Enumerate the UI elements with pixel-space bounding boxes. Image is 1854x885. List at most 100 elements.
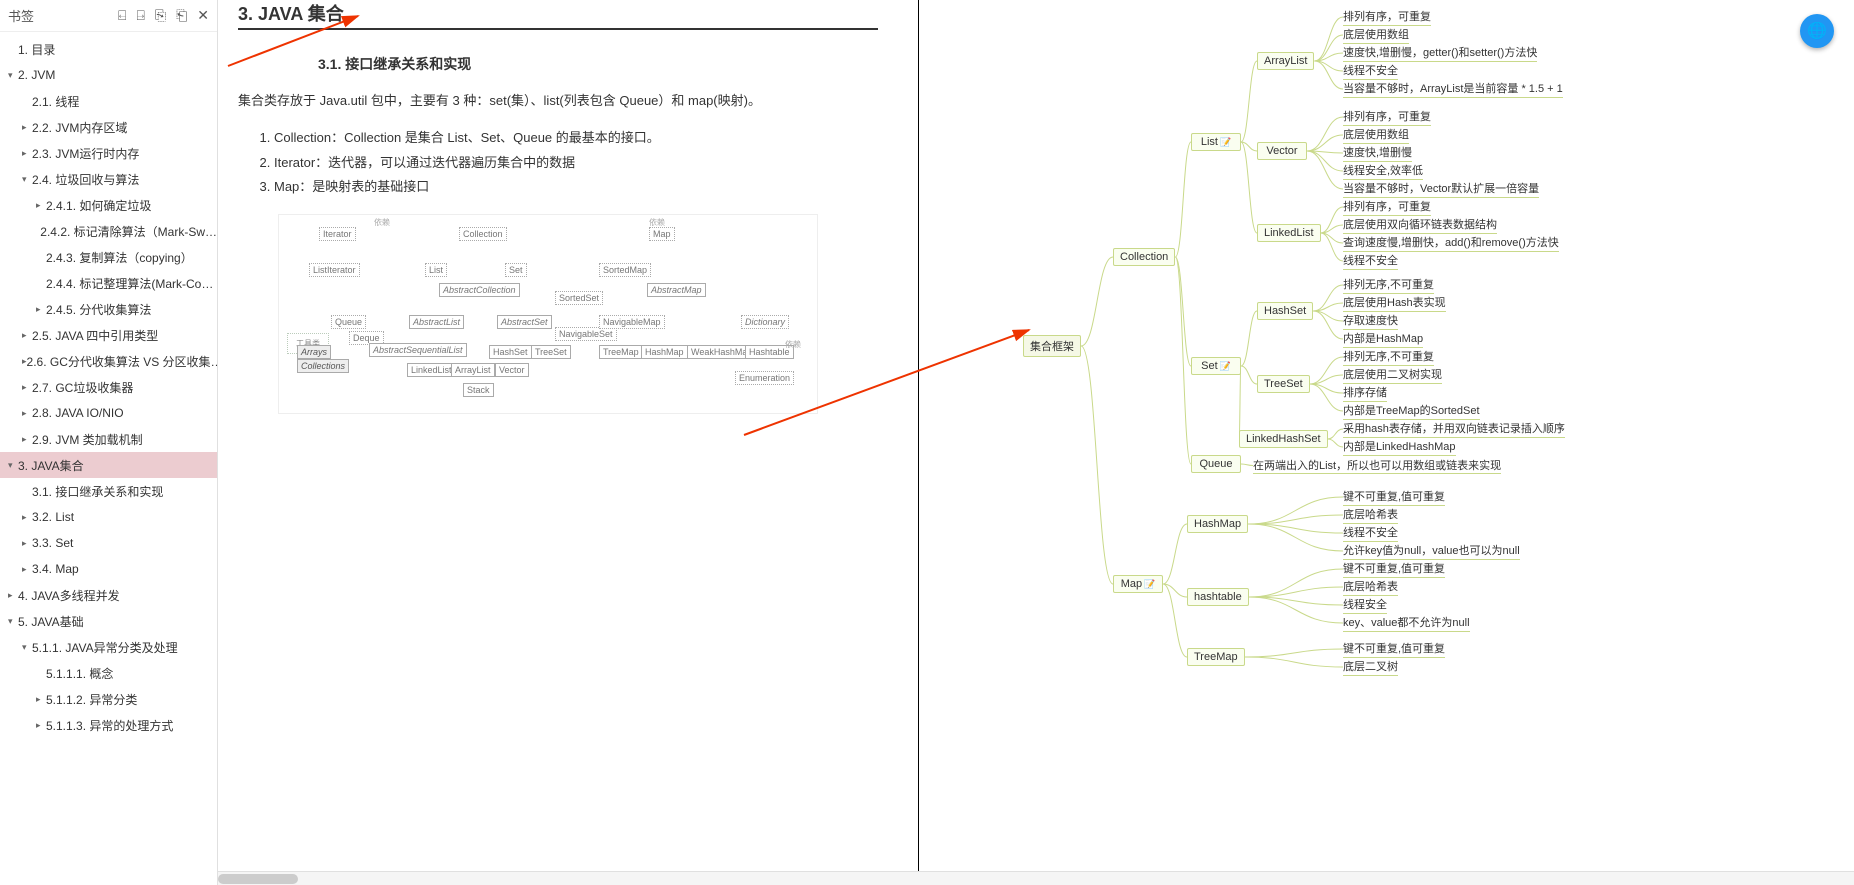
bookmark-item[interactable]: ▾2. JVM <box>0 62 217 88</box>
bookmark-item[interactable]: ▸5.1.1.3. 异常的处理方式 <box>0 712 217 738</box>
mm-hashmap[interactable]: HashMap <box>1187 515 1248 533</box>
sidebar-title: 书签 <box>8 6 34 25</box>
list-item: Collection：Collection 是集合 List、Set、Queue… <box>274 126 878 151</box>
mm-queue[interactable]: Queue <box>1191 455 1241 473</box>
mm-leaf-text: 排列无序,不可重复 <box>1343 348 1434 366</box>
mm-leaf-text: 内部是TreeMap的SortedSet <box>1343 402 1480 420</box>
node-abstractmap: AbstractMap <box>647 283 706 297</box>
close-icon[interactable]: ✕ <box>197 7 209 24</box>
mm-leaf-text: 底层使用数组 <box>1343 126 1409 144</box>
bookmark-label: 2.4.2. 标记清除算法（Mark-Sw… <box>40 223 217 240</box>
mm-hashtable[interactable]: hashtable <box>1187 588 1249 606</box>
list-item: Iterator：迭代器，可以通过迭代器遍历集合中的数据 <box>274 151 878 176</box>
mm-set[interactable]: Set📝 <box>1191 357 1241 375</box>
tree-arrow-icon: ▸ <box>22 148 32 159</box>
bookmark-item[interactable]: ▸3.2. List <box>0 504 217 530</box>
bookmark-label: 3.2. List <box>32 510 74 524</box>
bookmark-label: 2.1. 线程 <box>32 93 79 110</box>
mm-root[interactable]: 集合框架 <box>1023 335 1081 357</box>
bookmark-item[interactable]: ▸2.3. JVM运行时内存 <box>0 140 217 166</box>
bookmark-item[interactable]: ▾3. JAVA集合 <box>0 452 217 478</box>
bookmark-label: 5.1.1.2. 异常分类 <box>46 691 137 708</box>
bookmark-item[interactable]: ▸2.5. JAVA 四中引用类型 <box>0 322 217 348</box>
bookmark-item[interactable]: ▸3.4. Map <box>0 556 217 582</box>
mm-leaf-text: 速度快,增删慢 <box>1343 144 1412 162</box>
mm-linkedlist[interactable]: LinkedList <box>1257 224 1321 242</box>
bookmark-item[interactable]: ▸4. JAVA多线程并发 <box>0 582 217 608</box>
node-sortedset: SortedSet <box>555 291 603 305</box>
node-enumeration: Enumeration <box>735 371 794 385</box>
bookmark-item[interactable]: 2.1. 线程 <box>0 88 217 114</box>
bookmark-label: 2.4.5. 分代收集算法 <box>46 301 151 318</box>
bookmark-label: 2.4. 垃圾回收与算法 <box>32 171 139 188</box>
bookmark-icon[interactable]: ⎘ <box>155 7 166 24</box>
mm-leaf-text: 排列有序，可重复 <box>1343 198 1431 216</box>
bookmark-item[interactable]: ▸3.3. Set <box>0 530 217 556</box>
bookmark-item[interactable]: ▾5.1.1. JAVA异常分类及处理 <box>0 634 217 660</box>
bookmark-item[interactable]: ▸2.2. JVM内存区域 <box>0 114 217 140</box>
node-abstractlist: AbstractList <box>409 315 464 329</box>
mm-leaf-text: 底层哈希表 <box>1343 506 1398 524</box>
node-treemap: TreeMap <box>599 345 643 359</box>
bookmark-item[interactable]: 2.4.2. 标记清除算法（Mark-Sw… <box>0 218 217 244</box>
node-hashset: HashSet <box>489 345 532 359</box>
mm-leaf-text: 线程不安全 <box>1343 62 1398 80</box>
bookmark-label: 5.1.1. JAVA异常分类及处理 <box>32 639 178 656</box>
note-icon: 📝 <box>1220 137 1231 147</box>
bookmark-label: 2. JVM <box>18 68 55 82</box>
bookmark-alt-icon[interactable]: ⎗ <box>176 7 187 24</box>
mm-leaf-text: 线程安全,效率低 <box>1343 162 1423 180</box>
mm-hashset[interactable]: HashSet <box>1257 302 1313 320</box>
bookmark-tree[interactable]: 1. 目录▾2. JVM2.1. 线程▸2.2. JVM内存区域▸2.3. JV… <box>0 32 217 885</box>
note-icon: 📝 <box>1220 361 1231 371</box>
bookmark-label: 3.4. Map <box>32 562 79 576</box>
mm-leaf-text: 底层使用双向循环链表数据结构 <box>1343 216 1497 234</box>
mm-arraylist[interactable]: ArrayList <box>1257 52 1314 70</box>
tree-arrow-icon: ▸ <box>22 434 32 445</box>
mm-list[interactable]: List📝 <box>1191 133 1241 151</box>
bookmark-item[interactable]: ▸5.1.1.2. 异常分类 <box>0 686 217 712</box>
bookmark-item[interactable]: ▾5. JAVA基础 <box>0 608 217 634</box>
float-action-button[interactable]: 🌐 <box>1800 14 1834 48</box>
node-vector: Vector <box>495 363 529 377</box>
mm-linkedhashset[interactable]: LinkedHashSet <box>1239 430 1328 448</box>
mm-collection[interactable]: Collection <box>1113 248 1175 266</box>
indent-left-icon[interactable]: ⍇ <box>118 7 126 24</box>
tree-arrow-icon: ▸ <box>36 694 46 705</box>
node-map: Map <box>649 227 675 241</box>
mm-leaf-text: 排列无序,不可重复 <box>1343 276 1434 294</box>
node-linkedlist: LinkedList <box>407 363 456 377</box>
mm-treemap[interactable]: TreeMap <box>1187 648 1245 666</box>
bookmark-item[interactable]: ▸2.4.5. 分代收集算法 <box>0 296 217 322</box>
bookmark-item[interactable]: ▸2.7. GC垃圾收集器 <box>0 374 217 400</box>
node-iterator: Iterator <box>319 227 356 241</box>
bookmark-label: 2.5. JAVA 四中引用类型 <box>32 327 158 344</box>
node-collections: Collections <box>297 359 349 373</box>
bookmark-item[interactable]: 1. 目录 <box>0 36 217 62</box>
mm-map[interactable]: Map📝 <box>1113 575 1163 593</box>
scrollbar-thumb[interactable] <box>218 874 298 884</box>
node-abstractsequentiallist: AbstractSequentialList <box>369 343 467 357</box>
node-arraylist: ArrayList <box>451 363 495 377</box>
bookmark-label: 4. JAVA多线程并发 <box>18 587 120 604</box>
bookmark-item[interactable]: ▸2.6. GC分代收集算法 VS 分区收集… <box>0 348 217 374</box>
mm-treeset[interactable]: TreeSet <box>1257 375 1310 393</box>
bookmark-item[interactable]: ▾2.4. 垃圾回收与算法 <box>0 166 217 192</box>
bookmark-item[interactable]: 5.1.1.1. 概念 <box>0 660 217 686</box>
bookmark-item[interactable]: 2.4.3. 复制算法（copying） <box>0 244 217 270</box>
tree-arrow-icon: ▾ <box>22 174 32 185</box>
node-sortedmap: SortedMap <box>599 263 651 277</box>
tree-arrow-icon: ▸ <box>36 720 46 731</box>
bookmarks-sidebar: 书签 ⍇ ⍈ ⎘ ⎗ ✕ 1. 目录▾2. JVM2.1. 线程▸2.2. JV… <box>0 0 218 885</box>
mindmap-area: 集合框架 Collection Map📝 List📝 Set📝 Queue Ar… <box>919 0 1854 885</box>
horizontal-scrollbar[interactable] <box>218 871 1854 885</box>
bookmark-item[interactable]: 2.4.4. 标记整理算法(Mark-Co… <box>0 270 217 296</box>
bookmark-item[interactable]: ▸2.8. JAVA IO/NIO <box>0 400 217 426</box>
mm-vector[interactable]: Vector <box>1257 142 1307 160</box>
bookmark-item[interactable]: ▸2.9. JVM 类加载机制 <box>0 426 217 452</box>
bookmark-item[interactable]: ▸2.4.1. 如何确定垃圾 <box>0 192 217 218</box>
tree-arrow-icon: ▾ <box>8 460 18 471</box>
bookmark-item[interactable]: 3.1. 接口继承关系和实现 <box>0 478 217 504</box>
mm-leaf-text: 存取速度快 <box>1343 312 1398 330</box>
indent-right-icon[interactable]: ⍈ <box>136 7 144 24</box>
